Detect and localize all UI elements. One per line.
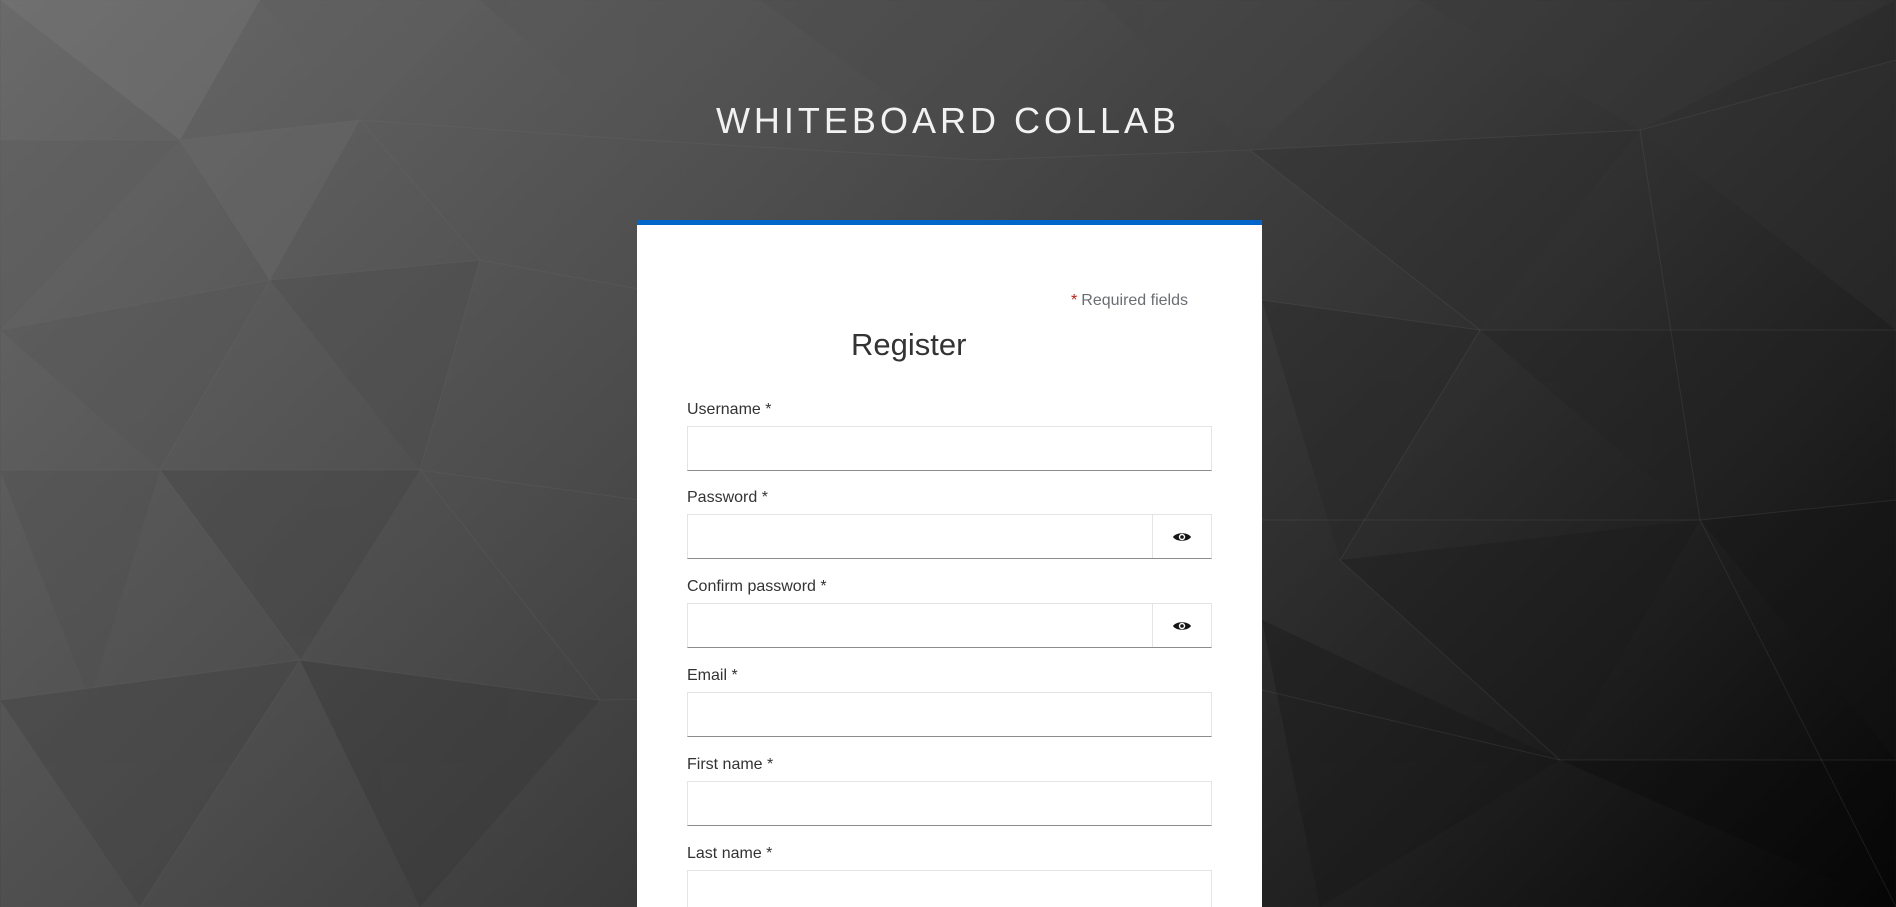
password-input-wrap bbox=[687, 514, 1212, 559]
last-name-input[interactable] bbox=[688, 871, 1211, 907]
confirm-password-visibility-toggle[interactable] bbox=[1152, 604, 1211, 647]
first-name-field-group: First name * bbox=[687, 755, 1212, 826]
confirm-password-input-wrap bbox=[687, 603, 1212, 648]
required-fields-note: * Required fields bbox=[1071, 292, 1188, 310]
email-label: Email * bbox=[687, 667, 738, 684]
username-label: Username * bbox=[687, 401, 772, 418]
username-input-wrap bbox=[687, 426, 1212, 471]
first-name-input[interactable] bbox=[688, 782, 1211, 825]
last-name-input-wrap bbox=[687, 870, 1212, 907]
last-name-field-group: Last name * bbox=[687, 844, 1212, 907]
last-name-label: Last name * bbox=[687, 845, 773, 862]
required-fields-text: Required fields bbox=[1081, 292, 1188, 309]
app-title: WHITEBOARD COLLAB bbox=[715, 100, 1181, 141]
password-input[interactable] bbox=[688, 515, 1153, 558]
email-field-group: Email * bbox=[687, 666, 1212, 737]
register-card: * Required fields Register Username * Pas… bbox=[637, 220, 1262, 907]
first-name-label: First name * bbox=[687, 756, 774, 773]
username-field-group: Username * bbox=[687, 400, 1212, 471]
confirm-password-field-group: Confirm password * bbox=[687, 577, 1212, 648]
confirm-password-input[interactable] bbox=[688, 604, 1153, 647]
password-label: Password * bbox=[687, 489, 768, 506]
email-input[interactable] bbox=[688, 693, 1211, 736]
eye-icon bbox=[1173, 532, 1191, 541]
eye-icon bbox=[1173, 621, 1191, 630]
username-input[interactable] bbox=[688, 427, 1211, 470]
form-title: Register bbox=[851, 327, 967, 362]
password-visibility-toggle[interactable] bbox=[1152, 515, 1211, 558]
email-input-wrap bbox=[687, 692, 1212, 737]
password-field-group: Password * bbox=[687, 488, 1212, 559]
required-star: * bbox=[1071, 292, 1078, 309]
first-name-input-wrap bbox=[687, 781, 1212, 826]
confirm-password-label: Confirm password * bbox=[687, 578, 827, 595]
